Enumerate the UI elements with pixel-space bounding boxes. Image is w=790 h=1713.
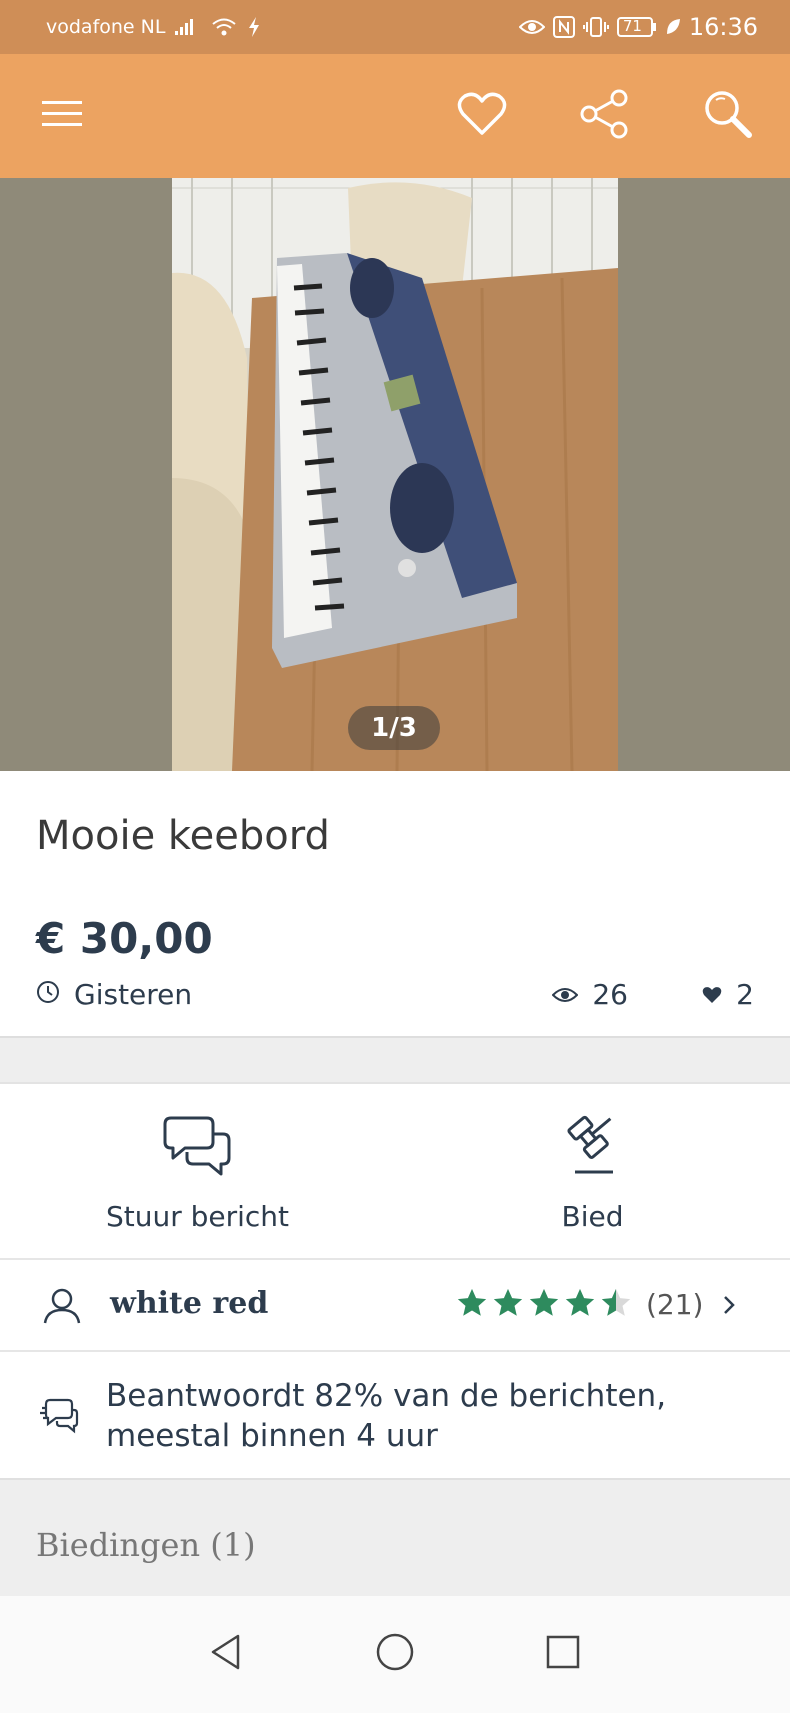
response-chat-icon bbox=[40, 1396, 80, 1438]
seller-row[interactable]: white red (21) bbox=[0, 1260, 790, 1352]
share-icon bbox=[579, 88, 631, 144]
hamburger-icon bbox=[40, 98, 84, 134]
star-icon bbox=[491, 1286, 525, 1324]
half-star-icon bbox=[599, 1286, 633, 1324]
bids-section[interactable]: Biedingen (1) bbox=[0, 1480, 790, 1596]
response-rate-line: Beantwoordt 82% van de berichten, bbox=[106, 1378, 667, 1414]
back-button[interactable] bbox=[206, 1634, 246, 1674]
response-time-line: meestal binnen 4 uur bbox=[106, 1418, 438, 1454]
back-triangle-icon bbox=[208, 1633, 244, 1675]
wifi-icon bbox=[211, 17, 237, 37]
nfc-icon bbox=[552, 16, 575, 38]
home-circle-icon bbox=[375, 1632, 415, 1676]
battery-level: 71 bbox=[622, 17, 642, 35]
listing-meta: Gisteren 26 2 bbox=[36, 978, 754, 1014]
views-icon bbox=[551, 978, 579, 1011]
listing-title: Mooie keebord bbox=[36, 813, 330, 859]
star-icon bbox=[527, 1286, 561, 1324]
review-count: (21) bbox=[646, 1288, 704, 1321]
carrier-label: vodafone NL bbox=[46, 16, 166, 38]
eye-icon bbox=[518, 18, 545, 36]
seller-name: white red bbox=[110, 1286, 269, 1321]
posted-date: Gisteren bbox=[74, 978, 193, 1011]
bid-button[interactable]: Bied bbox=[395, 1084, 790, 1260]
bids-label: Biedingen (1) bbox=[36, 1526, 256, 1564]
response-rate-row: Beantwoordt 82% van de berichten, meesta… bbox=[0, 1352, 790, 1480]
menu-button[interactable] bbox=[32, 86, 92, 146]
star-icon bbox=[563, 1286, 597, 1324]
image-gallery[interactable]: 1/3 bbox=[0, 178, 790, 771]
system-nav-bar bbox=[0, 1596, 790, 1713]
vibrate-icon bbox=[582, 16, 609, 38]
section-divider bbox=[0, 1036, 790, 1084]
user-icon bbox=[42, 1286, 82, 1330]
listing-price: € 30,00 bbox=[36, 914, 213, 963]
chat-bubbles-icon bbox=[163, 1112, 233, 1182]
status-bar: vodafone NL 71 16:36 bbox=[0, 0, 790, 54]
signal-icon bbox=[175, 17, 201, 37]
favorite-button[interactable] bbox=[452, 86, 512, 146]
bid-label: Bied bbox=[561, 1200, 624, 1233]
recents-button[interactable] bbox=[543, 1634, 583, 1674]
like-count: 2 bbox=[736, 978, 754, 1011]
clock: 16:36 bbox=[688, 13, 758, 41]
leaf-icon bbox=[665, 18, 681, 36]
home-button[interactable] bbox=[375, 1632, 415, 1676]
action-row: Stuur bericht Bied bbox=[0, 1084, 790, 1260]
view-count: 26 bbox=[592, 978, 628, 1011]
clock-icon bbox=[36, 978, 60, 1011]
recents-square-icon bbox=[545, 1634, 581, 1674]
send-message-button[interactable]: Stuur bericht bbox=[0, 1084, 395, 1260]
seller-rating bbox=[455, 1286, 633, 1324]
heart-icon bbox=[457, 91, 507, 141]
chevron-right-icon bbox=[722, 1294, 736, 1320]
send-message-label: Stuur bericht bbox=[105, 1200, 290, 1233]
listing-photo[interactable] bbox=[172, 178, 618, 771]
search-button[interactable] bbox=[698, 86, 758, 146]
likes-heart-icon bbox=[702, 978, 722, 1011]
share-button[interactable] bbox=[575, 86, 635, 146]
app-bar bbox=[0, 54, 790, 178]
charging-bolt-icon bbox=[247, 17, 261, 37]
gavel-icon bbox=[557, 1112, 627, 1182]
star-icon bbox=[455, 1286, 489, 1324]
battery-icon: 71 bbox=[616, 16, 657, 38]
search-icon bbox=[702, 88, 754, 144]
image-counter: 1/3 bbox=[348, 706, 440, 750]
